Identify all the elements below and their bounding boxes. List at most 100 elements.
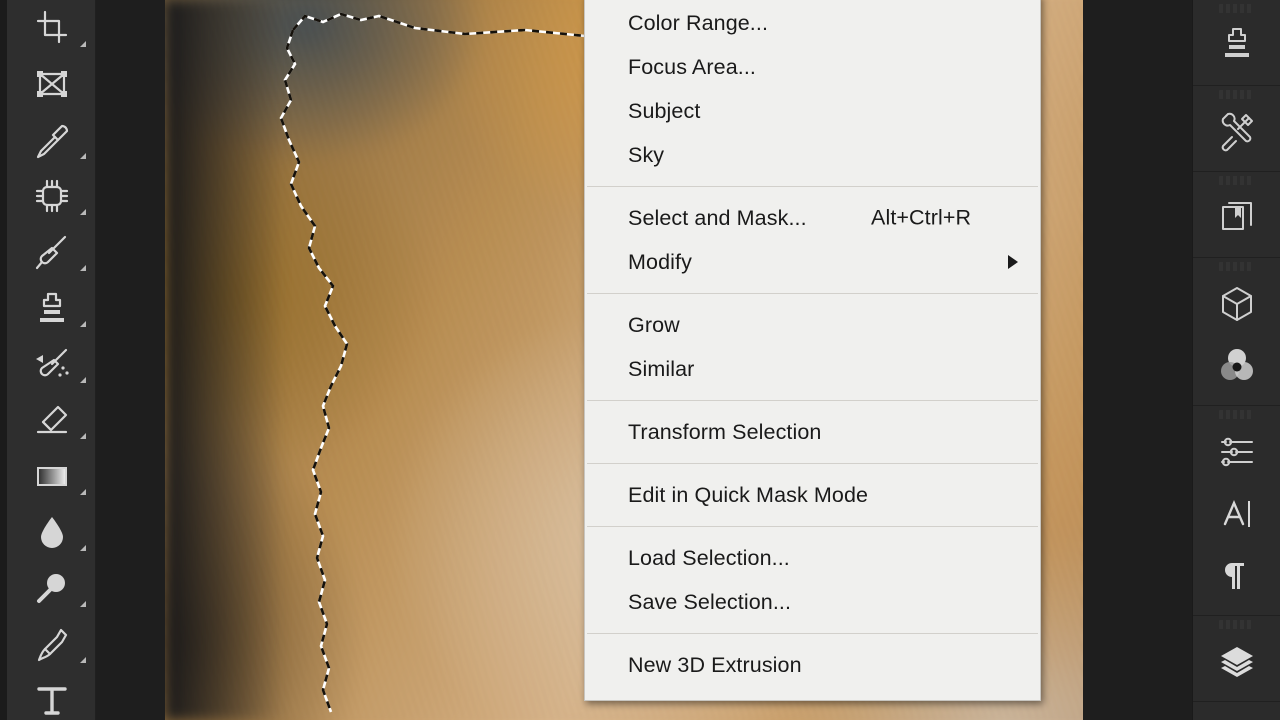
menu-item-label: New 3D Extrusion bbox=[628, 652, 802, 677]
menu-item[interactable]: Transform Selection bbox=[585, 410, 1040, 454]
gradient-icon bbox=[32, 456, 72, 496]
blur-tool[interactable] bbox=[7, 504, 96, 560]
menu-item-label: Modify bbox=[628, 249, 692, 274]
crop-icon bbox=[32, 8, 72, 48]
dock-tab-character[interactable] bbox=[1193, 483, 1280, 545]
photoshop-window: Color Range... Focus Area... Subject Sky Sel… bbox=[0, 0, 1280, 720]
dock-tab-adjustments[interactable] bbox=[1193, 421, 1280, 483]
workspace: Color Range... Focus Area... Subject Sky Sel… bbox=[96, 0, 1192, 720]
pen-tool[interactable] bbox=[7, 616, 96, 672]
menu-separator bbox=[587, 293, 1038, 294]
menu-item[interactable]: Focus Area... bbox=[585, 45, 1040, 89]
tool-flyout-triangle-icon[interactable] bbox=[80, 41, 86, 47]
menu-item[interactable]: New 3D Extrusion bbox=[585, 643, 1040, 687]
crop-tool[interactable] bbox=[7, 0, 96, 56]
tool-flyout-triangle-icon[interactable] bbox=[80, 657, 86, 663]
menu-item-label: Edit in Quick Mask Mode bbox=[628, 482, 869, 507]
menu-separator bbox=[587, 633, 1038, 634]
dodge-icon bbox=[32, 568, 72, 608]
adjustments-icon bbox=[1216, 431, 1258, 473]
clone-stamp-icon bbox=[32, 288, 72, 328]
menu-item[interactable]: Edit in Quick Mask Mode bbox=[585, 473, 1040, 517]
panel-collapsed-label bbox=[1219, 176, 1254, 185]
tool-flyout-triangle-icon[interactable] bbox=[80, 209, 86, 215]
menu-item[interactable]: Load Selection... bbox=[585, 536, 1040, 580]
color-icon bbox=[1216, 345, 1258, 387]
frame-tool[interactable] bbox=[7, 56, 96, 112]
panel-collapsed-label bbox=[1219, 4, 1254, 13]
eyedropper-tool[interactable] bbox=[7, 112, 96, 168]
menu-item-label: Load Selection... bbox=[628, 545, 790, 570]
menu-item-label: Select and Mask... bbox=[628, 205, 807, 230]
panel-dock[interactable] bbox=[1192, 0, 1280, 720]
dock-group bbox=[1193, 258, 1280, 406]
menu-item[interactable]: Select and Mask... Alt+Ctrl+R bbox=[585, 196, 1040, 240]
panel-collapsed-label bbox=[1219, 262, 1254, 271]
tool-flyout-triangle-icon[interactable] bbox=[80, 545, 86, 551]
dock-group bbox=[1193, 406, 1280, 616]
dock-tab-tool-presets[interactable] bbox=[1193, 101, 1280, 163]
tool-presets-icon bbox=[1216, 111, 1258, 153]
menu-item[interactable]: Save Selection... bbox=[585, 580, 1040, 624]
select-menu[interactable]: Color Range... Focus Area... Subject Sky Sel… bbox=[584, 0, 1041, 701]
menu-item-label: Grow bbox=[628, 312, 680, 337]
dodge-tool[interactable] bbox=[7, 560, 96, 616]
dock-tab-3d[interactable] bbox=[1193, 273, 1280, 335]
panel-collapsed-label bbox=[1219, 410, 1254, 419]
layers-icon bbox=[1216, 641, 1258, 683]
dock-group bbox=[1193, 172, 1280, 258]
menu-item[interactable]: Similar bbox=[585, 347, 1040, 391]
libraries-icon bbox=[1216, 197, 1258, 239]
dock-tab-clone-source[interactable] bbox=[1193, 15, 1280, 77]
menu-item[interactable]: Sky bbox=[585, 133, 1040, 177]
character-icon bbox=[1216, 493, 1258, 535]
menu-separator bbox=[587, 400, 1038, 401]
menu-separator bbox=[587, 186, 1038, 187]
dock-tab-color[interactable] bbox=[1193, 335, 1280, 397]
menu-separator bbox=[587, 526, 1038, 527]
dock-tab-paragraph[interactable] bbox=[1193, 545, 1280, 607]
menu-item[interactable]: Grow bbox=[585, 303, 1040, 347]
menu-item-label: Similar bbox=[628, 356, 695, 381]
spot-healing-tool[interactable] bbox=[7, 168, 96, 224]
menu-separator bbox=[587, 463, 1038, 464]
dock-tab-layers[interactable] bbox=[1193, 631, 1280, 693]
3d-icon bbox=[1216, 283, 1258, 325]
tool-flyout-triangle-icon[interactable] bbox=[80, 489, 86, 495]
brush-tool[interactable] bbox=[7, 224, 96, 280]
pen-icon bbox=[32, 624, 72, 664]
menu-item-shortcut: Alt+Ctrl+R bbox=[871, 205, 972, 230]
dock-tab-libraries[interactable] bbox=[1193, 187, 1280, 249]
history-brush-icon bbox=[32, 344, 72, 384]
dock-group bbox=[1193, 86, 1280, 172]
paragraph-icon bbox=[1216, 555, 1258, 597]
eraser-tool[interactable] bbox=[7, 392, 96, 448]
tool-flyout-triangle-icon[interactable] bbox=[80, 265, 86, 271]
gradient-tool[interactable] bbox=[7, 448, 96, 504]
history-brush-tool[interactable] bbox=[7, 336, 96, 392]
tool-flyout-triangle-icon[interactable] bbox=[80, 153, 86, 159]
tool-flyout-triangle-icon[interactable] bbox=[80, 601, 86, 607]
dock-group bbox=[1193, 0, 1280, 86]
menu-item-label: Transform Selection bbox=[628, 419, 822, 444]
eyedropper-icon bbox=[32, 120, 72, 160]
menu-item[interactable]: Modify bbox=[585, 240, 1040, 284]
tool-flyout-triangle-icon[interactable] bbox=[80, 433, 86, 439]
eraser-icon bbox=[32, 400, 72, 440]
tools-panel[interactable] bbox=[7, 0, 96, 720]
clone-stamp-tool[interactable] bbox=[7, 280, 96, 336]
menu-item-label: Focus Area... bbox=[628, 54, 756, 79]
menu-item-label: Subject bbox=[628, 98, 701, 123]
type-icon bbox=[32, 680, 72, 720]
type-tool[interactable] bbox=[7, 672, 96, 720]
tool-flyout-triangle-icon[interactable] bbox=[80, 321, 86, 327]
dock-group bbox=[1193, 616, 1280, 702]
panel-collapsed-label bbox=[1219, 90, 1254, 99]
menu-item-label: Color Range... bbox=[628, 10, 769, 35]
panel-collapsed-label bbox=[1219, 620, 1254, 629]
menu-item[interactable]: Subject bbox=[585, 89, 1040, 133]
submenu-arrow-icon[interactable] bbox=[1008, 255, 1018, 269]
spot-healing-icon bbox=[32, 176, 72, 216]
menu-item[interactable]: Color Range... bbox=[585, 1, 1040, 45]
tool-flyout-triangle-icon[interactable] bbox=[80, 377, 86, 383]
